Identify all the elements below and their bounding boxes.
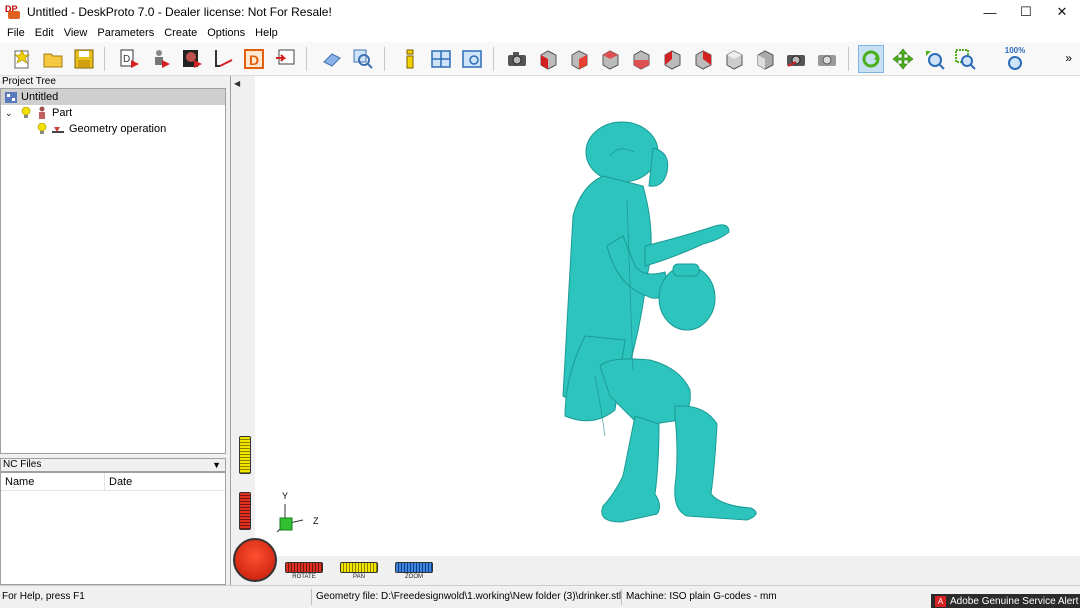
rotate-horizontal-dial[interactable] <box>285 562 323 573</box>
view-bottom-icon[interactable] <box>690 45 716 73</box>
lightbulb-icon[interactable] <box>37 122 47 135</box>
title-bar: DP Untitled - DeskProto 7.0 - Dealer lic… <box>0 0 1080 24</box>
info-icon[interactable] <box>397 45 423 73</box>
main-toolbar: D D 100% » <box>0 42 1080 76</box>
menu-create[interactable]: Create <box>159 27 202 39</box>
wizard-part-icon[interactable]: D <box>117 45 143 73</box>
rotate-mode-icon[interactable] <box>858 45 884 73</box>
wizard-relief-icon[interactable] <box>179 45 205 73</box>
zoom-horizontal-dial[interactable] <box>395 562 433 573</box>
drinker-model <box>276 121 757 533</box>
collapse-panel-arrow-icon[interactable]: ◀ <box>234 79 240 88</box>
tile-view-icon[interactable] <box>428 45 454 73</box>
zoom-100-button[interactable]: 100% <box>1000 45 1030 73</box>
close-button[interactable]: ✕ <box>1044 0 1080 24</box>
tree-item-label: Geometry operation <box>69 123 167 135</box>
deskproto-app-icon[interactable]: DP <box>5 4 21 20</box>
rotate-vertical-dial[interactable] <box>239 492 251 530</box>
axis-y-label: Y <box>282 491 289 501</box>
view-back-icon[interactable] <box>566 45 592 73</box>
minimize-button[interactable]: — <box>972 0 1008 24</box>
toolbar-overflow-chevron-icon[interactable]: » <box>1065 51 1072 65</box>
adobe-alert-text: Adobe Genuine Service Alert <box>950 595 1079 607</box>
project-tree: Untitled ⌄ Part Geometry operation <box>0 88 226 454</box>
svg-text:D: D <box>123 54 130 65</box>
new-project-icon[interactable] <box>9 45 35 73</box>
nc-files-list: Name Date <box>0 472 226 585</box>
tree-item-geometry-operation[interactable]: Geometry operation <box>37 121 166 137</box>
view-iso-2-icon[interactable] <box>752 45 778 73</box>
wizard-d-icon[interactable]: D <box>241 45 267 73</box>
menu-view[interactable]: View <box>59 27 93 39</box>
column-header-date[interactable]: Date <box>105 473 225 491</box>
status-help-text: For Help, press F1 <box>2 591 85 602</box>
status-bar: For Help, press F1 Geometry file: D:\Fre… <box>0 585 1080 608</box>
nc-files-title: NC Files <box>3 459 42 470</box>
adobe-icon: A <box>935 595 946 607</box>
view-lock-icon[interactable] <box>814 45 840 73</box>
menu-file[interactable]: File <box>2 27 30 39</box>
tree-item-untitled[interactable]: Untitled <box>1 89 225 105</box>
pan-horizontal-dial[interactable] <box>340 562 378 573</box>
nc-files-columns: Name Date <box>1 473 225 491</box>
wizard-part-2-icon[interactable] <box>148 45 174 73</box>
adobe-alert-notification[interactable]: A Adobe Genuine Service Alert <box>931 594 1080 608</box>
collapse-chevron-icon[interactable]: ⌄ <box>5 108 17 119</box>
status-geometry-file: Geometry file: D:\Freedesignwold\1.worki… <box>316 591 622 602</box>
tree-item-label: Part <box>52 107 73 119</box>
window-title: Untitled - DeskProto 7.0 - Dealer licens… <box>27 5 332 19</box>
camera-icon[interactable] <box>504 45 530 73</box>
lightbulb-icon[interactable] <box>21 106 31 119</box>
menu-bar: File Edit View Parameters Create Options… <box>0 24 1080 42</box>
tree-item-part[interactable]: ⌄ Part <box>5 105 72 121</box>
model-canvas[interactable]: Y Z <box>255 76 1080 556</box>
svg-text:D: D <box>249 52 259 68</box>
zoom-dial-label: ZOOM <box>405 574 423 580</box>
dropdown-arrow-icon[interactable]: ▼ <box>212 459 221 471</box>
project-tree-icon <box>5 91 17 103</box>
left-panel: Project Tree Untitled ⌄ Part Geometry op… <box>0 76 226 585</box>
rotate-dial[interactable] <box>233 538 277 582</box>
project-tree-header: Project Tree <box>0 76 226 88</box>
graphics-viewport: ◀ Y Z ROTATE PAN ZOOM <box>230 76 1080 585</box>
zoom-level-label: 100% <box>1004 45 1026 55</box>
wizard-image-icon[interactable] <box>210 45 236 73</box>
view-iso-1-icon[interactable] <box>721 45 747 73</box>
axis-z-label: Z <box>313 516 319 526</box>
eraser-icon[interactable] <box>319 45 345 73</box>
pan-dial-label: PAN <box>353 574 365 580</box>
tree-item-label: Untitled <box>21 91 59 103</box>
view-top-icon[interactable] <box>659 45 685 73</box>
axis-triad <box>276 504 304 533</box>
view-right-icon[interactable] <box>628 45 654 73</box>
view-front-icon[interactable] <box>535 45 561 73</box>
menu-edit[interactable]: Edit <box>30 27 59 39</box>
open-folder-icon[interactable] <box>40 45 66 73</box>
view-reset-icon[interactable] <box>783 45 809 73</box>
operation-icon <box>51 123 65 135</box>
save-icon[interactable] <box>71 45 97 73</box>
maximize-button[interactable]: ☐ <box>1008 0 1044 24</box>
menu-parameters[interactable]: Parameters <box>92 27 159 39</box>
zoom-window-icon[interactable] <box>350 45 376 73</box>
pan-vertical-dial[interactable] <box>239 436 251 474</box>
view-left-icon[interactable] <box>597 45 623 73</box>
status-machine: Machine: ISO plain G-codes - mm <box>626 591 777 602</box>
column-header-name[interactable]: Name <box>1 473 105 491</box>
nc-files-header[interactable]: NC Files ▼ <box>0 458 226 472</box>
menu-options[interactable]: Options <box>202 27 250 39</box>
viewport-dial-strip: ◀ <box>231 76 255 585</box>
export-icon[interactable] <box>272 45 298 73</box>
part-icon <box>36 106 48 120</box>
zoom-mode-icon[interactable] <box>921 45 947 73</box>
menu-help[interactable]: Help <box>250 27 283 39</box>
rotate-dial-label: ROTATE <box>292 574 316 580</box>
zoom-box-icon[interactable] <box>952 45 978 73</box>
window-view-icon[interactable] <box>459 45 485 73</box>
pan-mode-icon[interactable] <box>890 45 916 73</box>
